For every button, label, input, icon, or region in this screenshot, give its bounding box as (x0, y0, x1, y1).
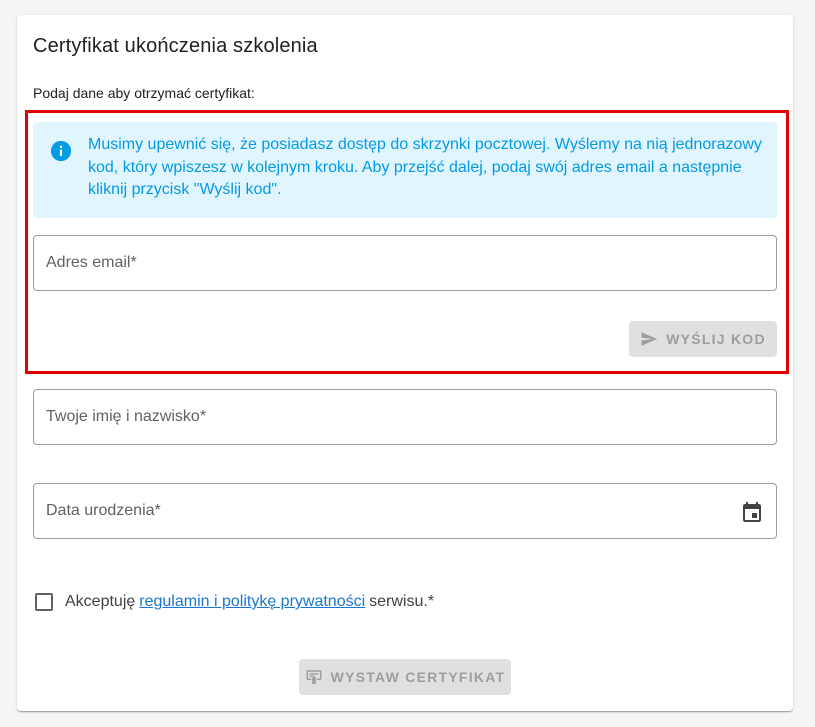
calendar-icon[interactable] (740, 500, 764, 524)
alert-message: Musimy upewnić się, że posiadasz dostęp … (88, 136, 762, 198)
info-icon (50, 140, 72, 162)
birthdate-field[interactable] (34, 484, 776, 538)
terms-checkbox[interactable] (35, 593, 53, 611)
issue-certificate-button[interactable]: Wystaw certyfikat (299, 659, 511, 695)
terms-link[interactable]: regulamin i politykę prywatności (139, 593, 365, 611)
send-icon (641, 332, 658, 346)
name-field-wrapper (33, 389, 777, 445)
email-field[interactable] (34, 236, 776, 290)
terms-row: Akceptuję regulamin i politykę prywatnoś… (34, 590, 434, 614)
certificate-card: Certyfikat ukończenia szkolenia Podaj da… (17, 15, 793, 711)
issue-certificate-label: Wystaw certyfikat (330, 669, 506, 685)
terms-suffix: serwisu.* (369, 593, 435, 610)
card-subtitle: Podaj dane aby otrzymać certyfikat: (33, 85, 255, 101)
send-code-label: Wyślij kod (666, 331, 766, 347)
terms-prefix: Akceptuję (65, 593, 136, 610)
card-title: Certyfikat ukończenia szkolenia (33, 35, 318, 57)
info-alert: Musimy upewnić się, że posiadasz dostęp … (33, 122, 777, 218)
send-code-button[interactable]: Wyślij kod (629, 321, 777, 357)
certificate-icon (306, 670, 322, 685)
birthdate-field-wrapper (33, 483, 777, 539)
email-field-wrapper (33, 235, 777, 291)
full-name-field[interactable] (34, 390, 776, 444)
